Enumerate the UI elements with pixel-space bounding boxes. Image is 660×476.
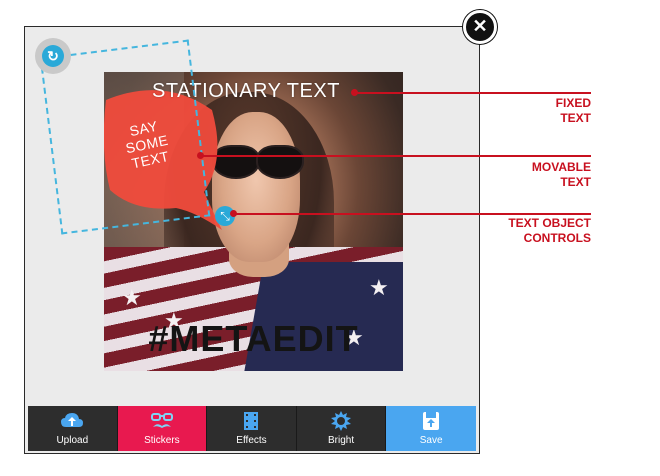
callout-line-text: CONTROLS (523, 231, 591, 245)
close-button[interactable]: ✕ (463, 10, 497, 44)
callout-text-object-controls: TEXT OBJECT CONTROLS (471, 216, 591, 246)
brightness-icon (331, 411, 352, 431)
bright-label: Bright (328, 435, 355, 446)
stickers-button[interactable]: Stickers (117, 406, 208, 451)
save-button[interactable]: Save (386, 406, 476, 451)
bright-button[interactable]: Bright (296, 406, 387, 451)
upload-label: Upload (56, 435, 89, 446)
mustache-glasses-icon (150, 413, 173, 428)
cloud-upload-icon (61, 413, 84, 427)
callout-movable-text: MOVABLE TEXT (471, 160, 591, 190)
callout-line (234, 213, 591, 215)
callout-line (201, 155, 591, 157)
rotate-icon: ↻ (42, 45, 64, 67)
stickers-label: Stickers (144, 435, 180, 446)
callout-line-text: TEXT OBJECT (508, 216, 591, 230)
star-icon: ★ (122, 285, 142, 310)
rotate-handle[interactable]: ↻ (35, 38, 71, 74)
photo-face (212, 112, 300, 262)
callout-line (355, 92, 591, 94)
save-label: Save (419, 435, 443, 446)
bottom-toolbar: Upload Stickers Effects Bright Save (28, 406, 476, 451)
hashtag-text: #METAEDIT (148, 318, 359, 359)
effects-label: Effects (236, 435, 267, 446)
callout-line-text: MOVABLE (531, 160, 591, 174)
upload-button[interactable]: Upload (28, 406, 118, 451)
resize-icon: ⤡ (220, 209, 230, 223)
sunglasses-right-lens (256, 145, 304, 179)
callout-line-text: FIXED (555, 96, 591, 110)
callout-line-text: TEXT (560, 111, 591, 125)
film-icon (244, 412, 259, 430)
close-icon: ✕ (472, 16, 488, 36)
callout-fixed-text: FIXED TEXT (471, 96, 591, 126)
star-icon: ★ (369, 275, 389, 300)
save-icon (423, 412, 440, 430)
callout-line-text: TEXT (560, 175, 591, 189)
effects-button[interactable]: Effects (207, 406, 297, 451)
